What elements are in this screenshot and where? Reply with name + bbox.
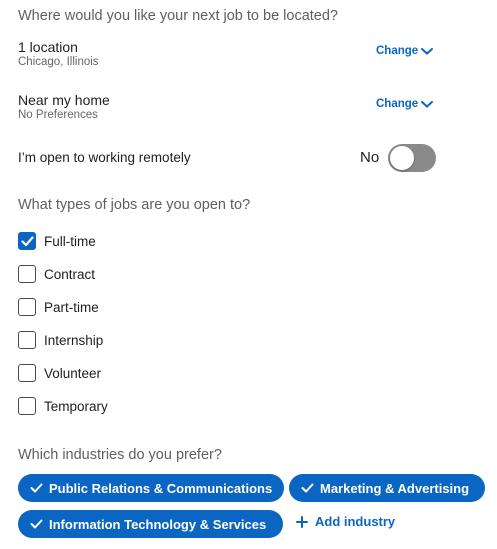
checkmark-icon xyxy=(20,235,34,246)
industry-pill-information-technology[interactable]: Information Technology & Services xyxy=(18,510,283,538)
checkbox[interactable] xyxy=(18,265,36,283)
job-type-label: Internship xyxy=(44,332,104,348)
checkbox[interactable] xyxy=(18,331,36,349)
checkmark-icon xyxy=(30,519,43,529)
checkmark-icon xyxy=(30,483,43,493)
checkbox[interactable] xyxy=(18,298,36,316)
plus-icon xyxy=(296,515,308,528)
location-question: Where would you like your next job to be… xyxy=(18,8,338,24)
industry-label: Marketing & Advertising xyxy=(320,480,470,496)
add-industry-label: Add industry xyxy=(315,514,396,529)
job-type-full-time[interactable]: Full-time xyxy=(18,232,96,250)
chevron-down-icon xyxy=(421,100,434,108)
change-near-home-button[interactable]: Change xyxy=(376,98,434,110)
industry-pill-marketing[interactable]: Marketing & Advertising xyxy=(289,474,485,502)
job-type-label: Full-time xyxy=(44,233,96,249)
job-type-label: Volunteer xyxy=(44,365,102,381)
change-near-home-label: Change xyxy=(376,98,419,110)
checkbox-checked[interactable] xyxy=(18,232,36,250)
remote-work-state: No xyxy=(360,149,380,166)
checkmark-icon xyxy=(301,483,314,493)
near-home-subtitle: No Preferences xyxy=(18,109,98,121)
chevron-down-icon xyxy=(421,47,434,55)
location-count-subtitle: Chicago, Illinois xyxy=(18,56,99,68)
job-types-question: What types of jobs are you open to? xyxy=(18,197,251,213)
job-type-contract[interactable]: Contract xyxy=(18,265,95,283)
checkbox[interactable] xyxy=(18,397,36,415)
job-type-label: Part-time xyxy=(44,299,99,315)
remote-work-toggle[interactable] xyxy=(388,144,436,172)
job-type-label: Temporary xyxy=(44,398,108,414)
near-home-title: Near my home xyxy=(18,92,110,108)
job-type-part-time[interactable]: Part-time xyxy=(18,298,99,316)
job-type-volunteer[interactable]: Volunteer xyxy=(18,364,101,382)
toggle-knob xyxy=(390,146,414,170)
remote-work-label: I’m open to working remotely xyxy=(18,150,191,165)
industry-label: Public Relations & Communications xyxy=(49,480,273,496)
change-location-button[interactable]: Change xyxy=(376,45,434,57)
job-type-internship[interactable]: Internship xyxy=(18,331,103,349)
job-type-temporary[interactable]: Temporary xyxy=(18,397,108,415)
change-location-label: Change xyxy=(376,45,419,57)
industry-label: Information Technology & Services xyxy=(49,516,267,532)
add-industry-button[interactable]: Add industry xyxy=(296,514,395,529)
checkbox[interactable] xyxy=(18,364,36,382)
job-type-label: Contract xyxy=(44,266,96,282)
location-count-title: 1 location xyxy=(18,39,78,55)
industry-pill-public-relations[interactable]: Public Relations & Communications xyxy=(18,474,284,502)
industries-question: Which industries do you prefer? xyxy=(18,447,222,463)
